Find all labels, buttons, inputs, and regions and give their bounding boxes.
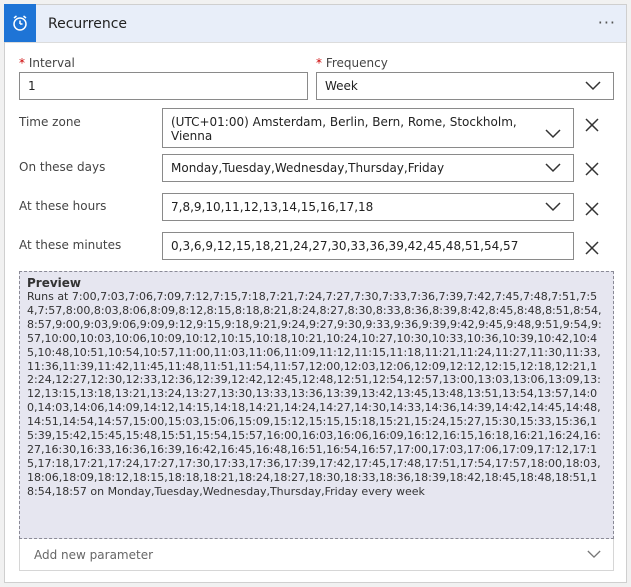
interval-label: * Interval bbox=[19, 56, 75, 70]
hours-value: 7,8,9,10,11,12,13,14,15,16,17,18 bbox=[171, 200, 374, 214]
preview-title: Preview bbox=[27, 276, 82, 290]
chevron-down-icon bbox=[587, 550, 601, 559]
close-icon bbox=[585, 241, 599, 255]
days-label: On these days bbox=[19, 160, 106, 174]
preview-text: Runs at 7:00,7:03,7:06,7:09,7:12,7:15,7:… bbox=[27, 290, 602, 498]
card-header[interactable]: Recurrence ··· bbox=[4, 4, 626, 43]
remove-minutes-button[interactable] bbox=[583, 239, 601, 257]
close-icon bbox=[585, 118, 599, 132]
days-dropdown[interactable]: Monday,Tuesday,Wednesday,Thursday,Friday bbox=[162, 154, 574, 182]
close-icon bbox=[585, 202, 599, 216]
days-value: Monday,Tuesday,Wednesday,Thursday,Friday bbox=[171, 161, 445, 175]
timezone-label: Time zone bbox=[19, 115, 81, 129]
remove-days-button[interactable] bbox=[583, 160, 601, 178]
hours-dropdown[interactable]: 7,8,9,10,11,12,13,14,15,16,17,18 bbox=[162, 193, 574, 221]
timezone-dropdown[interactable]: (UTC+01:00) Amsterdam, Berlin, Bern, Rom… bbox=[162, 108, 574, 148]
frequency-dropdown[interactable]: Week bbox=[316, 72, 614, 100]
chevron-down-icon bbox=[545, 202, 561, 212]
frequency-value: Week bbox=[325, 79, 358, 93]
timezone-value: (UTC+01:00) Amsterdam, Berlin, Bern, Rom… bbox=[171, 115, 517, 143]
preview-panel: Preview Runs at 7:00,7:03,7:06,7:09,7:12… bbox=[19, 271, 614, 539]
chevron-down-icon bbox=[585, 81, 601, 91]
interval-input[interactable]: 1 bbox=[19, 72, 308, 100]
chevron-down-icon bbox=[545, 163, 561, 173]
minutes-label: At these minutes bbox=[19, 238, 122, 252]
remove-timezone-button[interactable] bbox=[583, 116, 601, 134]
minutes-value: 0,3,6,9,12,15,18,21,24,27,30,33,36,39,42… bbox=[171, 239, 519, 253]
remove-hours-button[interactable] bbox=[583, 200, 601, 218]
add-parameter-dropdown[interactable]: Add new parameter bbox=[19, 539, 614, 571]
frequency-label: * Frequency bbox=[316, 56, 388, 70]
chevron-down-icon bbox=[545, 129, 561, 139]
interval-value: 1 bbox=[28, 79, 36, 93]
hours-label: At these hours bbox=[19, 199, 107, 213]
minutes-input[interactable]: 0,3,6,9,12,15,18,21,24,27,30,33,36,39,42… bbox=[162, 232, 574, 260]
close-icon bbox=[585, 162, 599, 176]
add-parameter-placeholder: Add new parameter bbox=[34, 547, 154, 562]
alarm-clock-icon bbox=[4, 4, 36, 42]
recurrence-card: Recurrence ··· * Interval 1 * Frequency … bbox=[4, 4, 627, 583]
card-title: Recurrence bbox=[48, 15, 128, 32]
more-options-icon[interactable]: ··· bbox=[598, 13, 616, 32]
